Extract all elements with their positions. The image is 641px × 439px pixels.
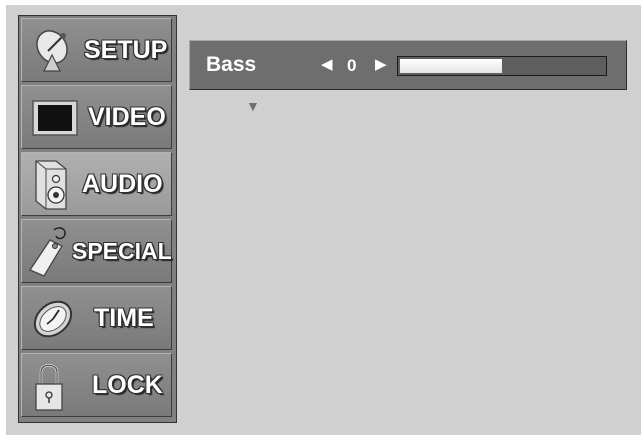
menu-item-video[interactable]: VIDEO bbox=[21, 85, 172, 149]
menu-item-time[interactable]: TIME bbox=[21, 286, 172, 350]
clock-icon bbox=[33, 300, 73, 338]
bass-adjust-panel: Bass ◀ 0 ▶ bbox=[189, 40, 627, 90]
bass-slider[interactable] bbox=[397, 56, 607, 76]
menu-label-video: VIDEO bbox=[88, 102, 166, 131]
menu-label-audio: AUDIO bbox=[82, 169, 163, 198]
padlock-icon bbox=[35, 364, 63, 411]
speaker-icon bbox=[35, 160, 67, 210]
menu-item-setup[interactable]: SETUP bbox=[21, 18, 172, 82]
menu-label-setup: SETUP bbox=[84, 35, 168, 64]
menu-item-special[interactable]: SPECIAL bbox=[21, 219, 172, 283]
satellite-dish-icon bbox=[36, 30, 68, 72]
scroll-down-indicator-icon: ▼ bbox=[246, 98, 260, 114]
left-arrow-icon[interactable]: ◀ bbox=[321, 55, 333, 73]
menu-label-lock: LOCK bbox=[92, 370, 163, 399]
main-menu-sidebar: SETUP VIDEO AUDIO SPECIAL TIME LOCK bbox=[18, 15, 177, 423]
menu-label-time: TIME bbox=[94, 303, 154, 332]
menu-item-lock[interactable]: LOCK bbox=[21, 353, 172, 417]
menu-label-special: SPECIAL bbox=[72, 237, 172, 264]
right-arrow-icon[interactable]: ▶ bbox=[375, 55, 387, 73]
menu-item-audio[interactable]: AUDIO bbox=[21, 152, 172, 216]
tv-screen-icon bbox=[32, 100, 78, 136]
tag-icon bbox=[29, 227, 66, 277]
bass-label: Bass bbox=[206, 53, 257, 76]
bass-slider-fill bbox=[400, 59, 502, 73]
bass-value: 0 bbox=[347, 56, 357, 75]
